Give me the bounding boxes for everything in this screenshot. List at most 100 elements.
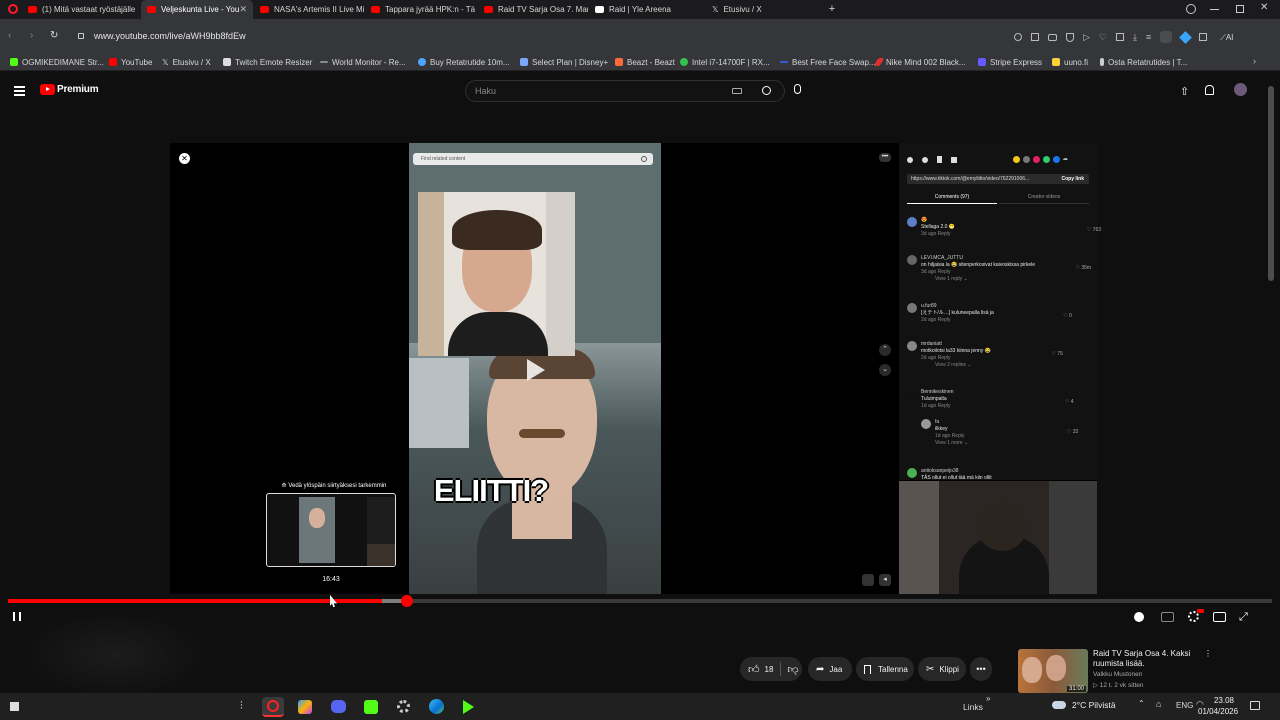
fullscreen-icon[interactable]: ⤢ [1239, 611, 1248, 624]
tab-6[interactable]: 𝕏 Etusivu / X [706, 0, 816, 19]
search-icon[interactable] [762, 86, 771, 95]
tab-5[interactable]: Raid | Yle Areena [589, 0, 699, 19]
profile-icon[interactable] [1160, 31, 1173, 43]
bookmark-2[interactable]: 𝕏 Etusivu / X [162, 53, 211, 71]
tab-0[interactable]: (1) Mitä vastaat ryöstäjälle [22, 0, 140, 19]
links-toolbar[interactable]: Links [963, 702, 983, 712]
dislike-button[interactable]: 👎︎ [787, 663, 798, 676]
kick-studio-icon[interactable] [463, 700, 474, 714]
save-icon[interactable] [937, 156, 942, 163]
heart-icon[interactable]: ♡ [1099, 32, 1107, 42]
bookmark-10[interactable]: Nike Mind 002 Black... [873, 53, 966, 71]
pause-button[interactable] [13, 612, 21, 621]
link-box[interactable]: https://www.tiktok.com/@emyliitto/video/… [907, 174, 1089, 184]
scrubber-handle[interactable] [401, 595, 414, 607]
theater-mode-icon[interactable] [1213, 612, 1226, 622]
bookmark-0[interactable]: OGMIKEDIMANE Str... [10, 53, 104, 71]
comment-icon[interactable] [922, 156, 928, 163]
reload-icon[interactable]: ↻ [50, 30, 58, 41]
keyboard-icon[interactable] [732, 88, 742, 94]
url-field[interactable]: www.youtube.com/live/aWH9bb8fdEw [72, 24, 962, 48]
search-taskbar-icon[interactable]: ⫶ [240, 700, 243, 713]
upload-icon[interactable]: ⇧ [1180, 85, 1189, 98]
play-icon[interactable] [527, 359, 545, 381]
opera-gx-icon[interactable] [262, 697, 284, 717]
back-icon[interactable]: ‹ [8, 30, 11, 41]
copy-link-button[interactable]: Copy link [1058, 174, 1087, 184]
overflow-chevron-icon[interactable]: » [986, 694, 990, 703]
tab-3[interactable]: Tappara jyrää HPK:n - Tä [365, 0, 477, 19]
avatar[interactable] [1234, 83, 1247, 96]
view-replies-button[interactable]: View 1 reply ⌄ [935, 276, 968, 282]
close-icon[interactable]: ✕ [179, 153, 190, 164]
progress-bar[interactable] [8, 595, 1272, 607]
ai-icon[interactable]: ⟋AI [1220, 33, 1233, 42]
search-page-icon[interactable] [1014, 33, 1022, 41]
share-button[interactable]: ➦ Jaa [808, 657, 852, 681]
tray-up-icon[interactable]: ⌃ [1138, 699, 1145, 708]
whatsapp-icon[interactable] [1043, 156, 1050, 163]
tab-1[interactable]: Veljeskunta Live - You ✕ [141, 0, 253, 19]
mail-icon[interactable] [1023, 156, 1030, 163]
bookmark-8[interactable]: Intel i7-14700F | RX... [680, 53, 770, 71]
cube-icon[interactable] [1199, 33, 1208, 41]
bookmark-3[interactable]: Twitch Emote Resizer [223, 53, 312, 71]
tab-creator-videos[interactable]: Creator videos [999, 194, 1089, 204]
settings-app-icon[interactable] [397, 700, 410, 713]
notifications-icon[interactable] [1205, 85, 1214, 95]
volume-icon[interactable]: ◂ [879, 574, 891, 586]
maximize-button[interactable] [1236, 5, 1244, 13]
tab-comments[interactable]: Comments (97) [907, 194, 997, 204]
bookmarks-more-icon[interactable]: › [1253, 56, 1256, 66]
close-tab-icon[interactable]: ✕ [239, 4, 247, 15]
search-input[interactable]: Haku [465, 80, 785, 102]
bookmark-9[interactable]: Best Free Face Swap... [780, 53, 876, 71]
more-actions-button[interactable]: ••• [970, 657, 992, 681]
weather-widget[interactable]: 2°C Pilvistä [1052, 700, 1116, 710]
forward-icon[interactable]: › [30, 30, 33, 41]
view-replies-button[interactable]: View 2 replies ⌄ [935, 362, 972, 368]
like-count[interactable]: ♡ 33 [1067, 429, 1078, 436]
browser-logo-icon[interactable] [8, 4, 18, 14]
kick-app-icon[interactable] [364, 700, 378, 714]
autoplay-toggle[interactable] [1134, 612, 1144, 622]
voice-search-button[interactable] [794, 84, 801, 94]
like-count[interactable]: ♡ 35m [1075, 265, 1091, 272]
subtitles-icon[interactable] [1161, 612, 1174, 622]
like-count[interactable]: ♡ 0 [1063, 313, 1072, 320]
edge-icon[interactable] [429, 699, 444, 714]
clock-time[interactable]: 23.08 [1208, 696, 1234, 705]
clock-date[interactable]: 01/04/2026 [1198, 707, 1238, 716]
notification-center-icon[interactable] [1250, 701, 1260, 710]
new-tab-button[interactable]: + [826, 3, 838, 15]
like-icon[interactable] [907, 156, 913, 163]
view-replies-button[interactable]: View 1 more ⌄ [935, 440, 968, 446]
emoji-icon[interactable] [1013, 156, 1020, 163]
like-count[interactable]: ♡ 75 [1051, 351, 1062, 358]
discord-icon[interactable] [331, 700, 346, 713]
bookmark-11[interactable]: Stripe Express [978, 53, 1042, 71]
bookmark-1[interactable]: YouTube [109, 53, 152, 71]
like-count[interactable]: ♡ 4 [1065, 399, 1074, 406]
more-vert-icon[interactable]: ⋮ [1204, 649, 1212, 658]
language-indicator[interactable]: ENG [1176, 701, 1193, 710]
captions-icon[interactable] [862, 574, 874, 586]
box-icon[interactable] [1116, 33, 1124, 41]
tab-2[interactable]: NASA's Artemis II Live Mi [254, 0, 364, 19]
extension-icon[interactable] [1179, 30, 1193, 44]
network-icon[interactable]: ⌂ [1156, 699, 1161, 709]
pinterest-icon[interactable] [1033, 156, 1040, 163]
bookmark-12[interactable]: uuno.fi [1052, 53, 1088, 71]
like-button[interactable]: 👍︎ 18 [740, 657, 773, 681]
related-search-bar[interactable]: Find related content [413, 153, 653, 165]
recommended-video[interactable]: 31:00 Raid TV Sarja Osa 4. Kaksi ruumist… [1018, 649, 1218, 693]
clip-button[interactable]: ✂ Klippi [918, 657, 966, 681]
photos-icon[interactable] [298, 700, 312, 714]
like-count[interactable]: ♡ 763 [1087, 227, 1101, 234]
more-options-icon[interactable]: ••• [879, 153, 891, 162]
facebook-icon[interactable] [1053, 156, 1060, 163]
bookmark-13[interactable]: Osta Retatrutides | T... [1100, 53, 1187, 71]
previous-video-button[interactable]: ⌃ [879, 344, 891, 356]
download-icon[interactable]: ⤓ [1133, 32, 1137, 42]
youtube-premium-logo[interactable]: Premium [40, 84, 99, 95]
